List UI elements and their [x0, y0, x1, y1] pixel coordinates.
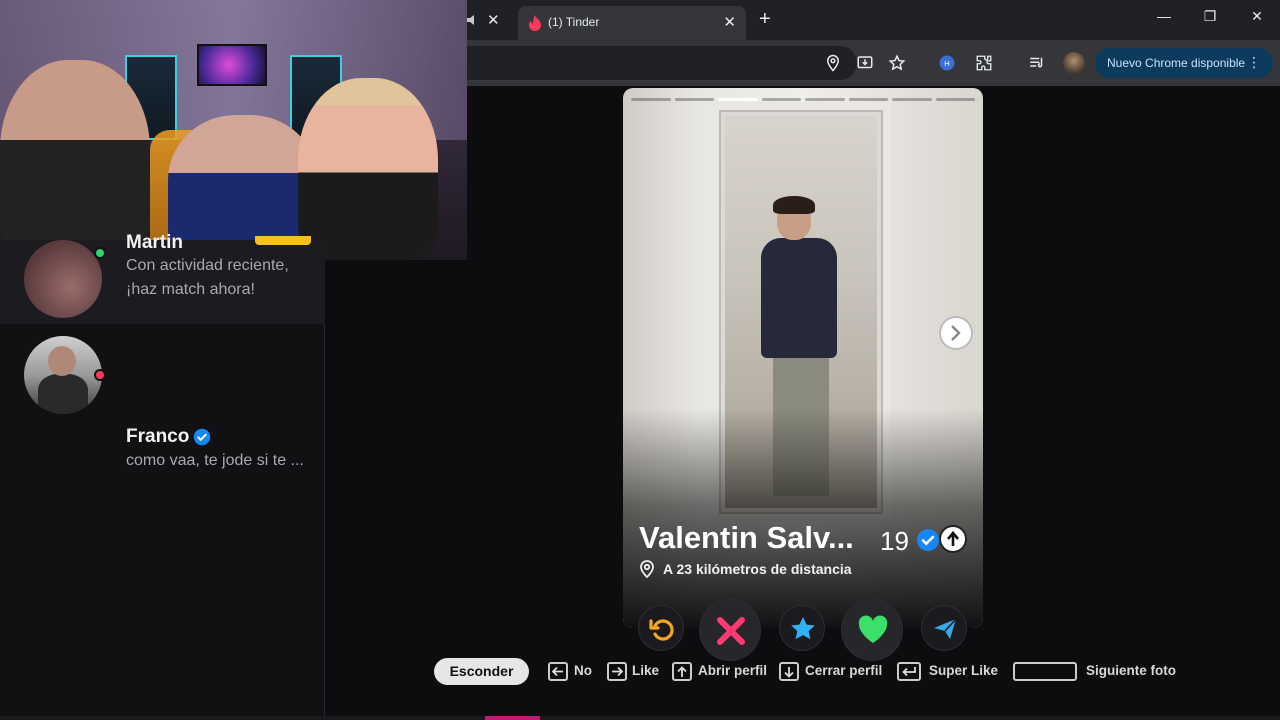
- boost-button[interactable]: [921, 605, 967, 651]
- match-name: Martin: [126, 232, 183, 253]
- up-arrow-key-icon: [672, 662, 692, 681]
- tab-close-icon[interactable]: ✕: [487, 11, 500, 29]
- down-arrow-key-icon: [779, 662, 799, 681]
- shortcut-like-label: Like: [632, 663, 660, 678]
- tab-tinder[interactable]: (1) Tinder ✕: [518, 6, 746, 40]
- photo-indicator-bar[interactable]: [848, 98, 888, 101]
- rewind-button[interactable]: [638, 605, 684, 651]
- matches-sidebar: Martin Con actividad reciente, ¡haz matc…: [0, 232, 325, 720]
- tab-title: (1) Tinder: [548, 15, 600, 29]
- shortcut-open-profile-label: Abrir perfil: [698, 663, 768, 678]
- new-match-badge: [255, 236, 311, 245]
- webcam-overlay: [0, 0, 467, 260]
- install-app-icon[interactable]: [856, 54, 874, 72]
- super-like-button[interactable]: [779, 605, 825, 651]
- verified-icon: [917, 529, 939, 551]
- profile-age: 19: [880, 526, 909, 556]
- screen: Martin Con actividad reciente, ¡haz matc…: [0, 0, 1280, 720]
- shortcut-next-photo-label: Siguiente foto: [1086, 663, 1176, 678]
- bottom-accent: [485, 716, 540, 720]
- tinder-flame-icon: [529, 15, 541, 31]
- arrow-up-icon: [947, 531, 959, 546]
- open-profile-button[interactable]: [939, 525, 967, 553]
- match-item-martin[interactable]: Martin Con actividad reciente, ¡haz matc…: [0, 232, 325, 324]
- left-arrow-key-icon: [548, 662, 568, 681]
- photo-indicator-bar[interactable]: [631, 98, 671, 101]
- photo-indicator-bar[interactable]: [718, 98, 758, 101]
- keyboard-shortcuts: Esconder No Like Abrir perfil Cerrar per…: [434, 658, 1280, 688]
- wall-screen: [197, 44, 267, 86]
- profile-avatar[interactable]: [1063, 52, 1085, 74]
- bottom-divider: [0, 716, 1280, 720]
- photo-indicator-bar[interactable]: [674, 98, 714, 101]
- unread-status-icon: [94, 369, 106, 381]
- match-item-franco[interactable]: Franco como vaa, te jode si te ...: [0, 334, 325, 469]
- star-icon: [791, 617, 815, 640]
- enter-key-icon: [897, 662, 921, 681]
- profile-distance: A 23 kilómetros de distancia: [663, 561, 852, 577]
- verified-icon: [193, 428, 211, 446]
- spacebar-key-icon: [1013, 662, 1077, 681]
- photo-indicator-bar[interactable]: [892, 98, 932, 101]
- media-control-icon[interactable]: [1028, 54, 1046, 72]
- photo-indicator-bar[interactable]: [935, 98, 975, 101]
- minimize-icon[interactable]: —: [1144, 8, 1184, 32]
- avatar: [24, 336, 102, 414]
- like-button[interactable]: [841, 599, 903, 661]
- chevron-right-icon: [951, 325, 961, 341]
- tinder-main: Valentin Salv... 19 A 23 kilómetros de d…: [434, 86, 1280, 720]
- match-name: Franco: [126, 426, 190, 447]
- photo-indicator-bar[interactable]: [761, 98, 801, 101]
- x-icon: [717, 617, 745, 645]
- shortcut-super-like-label: Super Like: [929, 663, 999, 678]
- restore-icon[interactable]: ❐: [1190, 8, 1230, 32]
- send-icon: [934, 618, 957, 639]
- browser-tabbar: ✕ (1) Tinder ✕ + — ❐ ✕: [467, 0, 1280, 40]
- hide-shortcuts-button[interactable]: Esconder: [434, 658, 529, 685]
- update-label: Nuevo Chrome disponible: [1107, 56, 1246, 70]
- shortcut-close-profile-label: Cerrar perfil: [805, 663, 883, 678]
- extension-blue-icon[interactable]: H: [938, 54, 956, 72]
- streamer-right: [298, 78, 438, 260]
- window-close-icon[interactable]: ✕: [1237, 8, 1277, 32]
- chrome-update-button[interactable]: Nuevo Chrome disponible ⋮: [1095, 48, 1273, 78]
- action-bar: [638, 596, 968, 661]
- shortcut-no-label: No: [574, 663, 592, 678]
- speaker-icon: [467, 15, 474, 25]
- extensions-puzzle-icon[interactable]: [975, 54, 993, 72]
- next-photo-button[interactable]: [939, 316, 973, 350]
- bookmark-star-icon[interactable]: [888, 54, 906, 72]
- profile-card[interactable]: Valentin Salv... 19 A 23 kilómetros de d…: [623, 88, 983, 628]
- online-status-icon: [94, 247, 106, 259]
- streamer-left: [0, 60, 150, 260]
- tab-close-icon[interactable]: ✕: [723, 13, 736, 31]
- location-icon[interactable]: [824, 54, 842, 72]
- heart-icon: [858, 615, 888, 643]
- profile-name: Valentin Salv...: [639, 520, 854, 555]
- kebab-menu-icon[interactable]: ⋮: [1247, 54, 1261, 71]
- tab-previous[interactable]: ✕: [467, 6, 512, 40]
- new-tab-icon[interactable]: +: [759, 8, 771, 31]
- right-arrow-key-icon: [607, 662, 627, 681]
- match-message: Con actividad reciente, ¡haz match ahora…: [126, 257, 289, 298]
- match-message: como vaa, te jode si te ...: [126, 452, 304, 469]
- nope-button[interactable]: [699, 599, 761, 661]
- rewind-icon: [649, 619, 674, 641]
- address-bar[interactable]: [467, 46, 857, 80]
- browser-toolbar: H Nuevo Chrome disponible ⋮: [467, 40, 1280, 86]
- svg-text:H: H: [944, 59, 949, 68]
- photo-indicator-bar[interactable]: [805, 98, 845, 101]
- location-pin-icon: [640, 560, 654, 578]
- avatar: [24, 240, 102, 318]
